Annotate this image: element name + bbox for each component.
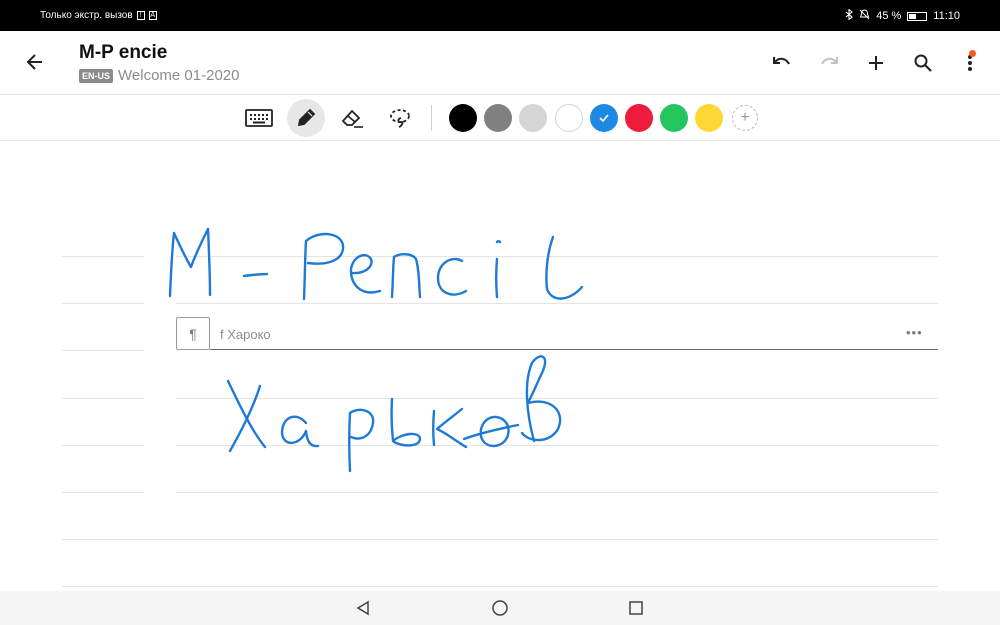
notification-dot [969, 50, 976, 57]
app-bar-actions [765, 46, 986, 79]
ink-stroke [432, 409, 436, 447]
clock: 11:10 [933, 10, 960, 22]
recognized-text[interactable]: f Хароко [220, 327, 271, 342]
search-icon [914, 54, 932, 72]
ink-stroke [495, 257, 499, 299]
color-swatch[interactable] [590, 104, 618, 132]
color-swatch[interactable] [660, 104, 688, 132]
nav-back-button[interactable] [352, 597, 374, 619]
arrow-back-icon [26, 54, 42, 70]
ink-stroke [479, 415, 510, 448]
ruled-line [62, 398, 144, 399]
color-swatch[interactable] [555, 104, 583, 132]
nav-home-button[interactable] [489, 597, 511, 619]
ruled-line [176, 398, 938, 399]
ruled-line [62, 256, 144, 257]
ruled-line [62, 445, 144, 446]
lasso-icon [390, 109, 410, 128]
ink-stroke [390, 397, 422, 447]
language-badge[interactable]: EN-US [79, 68, 114, 83]
triangle-back-icon [356, 600, 369, 616]
plus-icon [868, 55, 883, 70]
ink-stroke [435, 407, 468, 449]
pen-tool-button[interactable] [287, 99, 325, 137]
undo-icon [772, 56, 790, 65]
app-bar: M-P encie EN-US Welcome 01-2020 [0, 31, 1000, 94]
system-nav-bar [0, 591, 1000, 625]
color-swatch[interactable] [484, 104, 512, 132]
sim-icon: ! [136, 11, 145, 20]
undo-button[interactable] [765, 46, 798, 79]
carrier-text: Только экстр. вызов [40, 10, 133, 21]
ruled-line [176, 445, 938, 446]
ruled-line [62, 492, 144, 493]
ink-stroke [545, 235, 584, 300]
more-options-button[interactable] [953, 46, 986, 79]
battery-icon [907, 11, 928, 21]
battery-percent: 45 % [876, 10, 902, 22]
color-swatch[interactable] [625, 104, 653, 132]
ink-stroke [168, 227, 212, 298]
notebook-name[interactable]: Welcome 01-2020 [118, 67, 239, 84]
keyboard-icon [245, 109, 273, 127]
eraser-tool-button[interactable] [333, 99, 371, 137]
lasso-tool-button[interactable] [381, 99, 419, 137]
ink-stroke [349, 254, 382, 294]
color-swatch[interactable] [449, 104, 477, 132]
recognition-underline [210, 349, 938, 350]
add-color-button[interactable]: + [732, 105, 758, 131]
ruled-line [176, 303, 938, 304]
search-button[interactable] [906, 46, 939, 79]
ink-stroke [495, 240, 502, 244]
square-recents-icon [629, 601, 643, 615]
ruled-line [176, 256, 938, 257]
eraser-icon [341, 109, 363, 128]
ink-stroke [436, 257, 468, 296]
check-icon [599, 114, 609, 123]
note-canvas[interactable]: ¶ f Хароко ••• [0, 141, 1000, 591]
redo-icon [820, 56, 838, 65]
ink-stroke [390, 253, 422, 299]
handwriting-ink [168, 227, 584, 473]
color-swatch[interactable] [519, 104, 547, 132]
keyboard-lang-icon: A [148, 11, 157, 20]
bluetooth-icon [845, 8, 854, 23]
paragraph-more-button[interactable]: ••• [906, 325, 923, 340]
nav-recents-button[interactable] [625, 597, 647, 619]
ink-stroke [226, 379, 267, 449]
toolbar-divider [431, 105, 432, 131]
ruled-line [62, 586, 938, 587]
redo-button[interactable] [812, 46, 845, 79]
note-subtitle: EN-US Welcome 01-2020 [79, 67, 239, 84]
ink-stroke [280, 415, 320, 448]
ruled-line [62, 303, 144, 304]
note-title[interactable]: M-P encie [79, 42, 167, 64]
back-button[interactable] [20, 47, 50, 77]
color-swatch[interactable] [695, 104, 723, 132]
circle-home-icon [492, 600, 508, 616]
paragraph-button[interactable]: ¶ [176, 317, 210, 350]
ruled-line [62, 350, 144, 351]
ink-stroke [242, 272, 269, 278]
ink-stroke [462, 423, 520, 441]
add-button[interactable] [859, 46, 892, 79]
pen-icon [297, 108, 316, 127]
ink-stroke [302, 232, 345, 301]
mute-icon [859, 9, 870, 23]
pen-toolbar: + [0, 94, 1000, 141]
keyboard-tool-button[interactable] [240, 99, 278, 137]
ink-stroke [348, 408, 375, 473]
ruled-line [62, 539, 938, 540]
ink-stroke [228, 384, 262, 453]
status-bar: Только экстр. вызов ! A 45 % 11:10 [0, 0, 1000, 31]
ruled-line [176, 492, 938, 493]
